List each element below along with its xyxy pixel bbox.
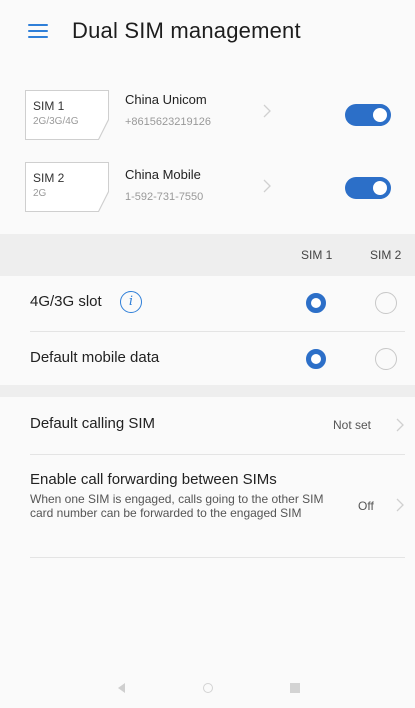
slot-row-mobile-data: Default mobile data: [0, 332, 415, 386]
sim-slot-name: SIM 2: [33, 171, 65, 185]
slot-label: Default mobile data: [30, 349, 160, 366]
info-icon[interactable]: i: [120, 291, 142, 313]
sim-slot-name: SIM 1: [33, 99, 65, 113]
sim-2-toggle[interactable]: [345, 177, 391, 199]
radio-sim-1-selected[interactable]: [306, 293, 326, 313]
setting-label: Default calling SIM: [30, 415, 156, 432]
back-icon[interactable]: [118, 683, 125, 693]
slot-row-4g3g: 4G/3G slot i: [0, 276, 415, 330]
chevron-right-icon: [396, 498, 404, 512]
sim-row-1[interactable]: SIM 1 2G/3G/4G China Unicom +86156232191…: [0, 82, 415, 160]
column-sim-1: SIM 1: [301, 248, 333, 262]
recent-apps-icon[interactable]: [290, 683, 300, 693]
radio-sim-2[interactable]: [375, 292, 397, 314]
sim-network-types: 2G: [33, 188, 47, 199]
setting-description: When one SIM is engaged, calls going to …: [30, 492, 324, 520]
default-calling-sim-row[interactable]: Default calling SIM Not set: [0, 397, 415, 453]
radio-sim-2[interactable]: [375, 348, 397, 370]
call-forwarding-row[interactable]: Enable call forwarding between SIMs When…: [0, 455, 415, 559]
sim-column-header: SIM 1 SIM 2: [0, 234, 415, 276]
page-title: Dual SIM management: [72, 18, 301, 43]
sim-1-toggle[interactable]: [345, 104, 391, 126]
slot-label: 4G/3G slot: [30, 293, 102, 310]
setting-value: Off: [358, 499, 374, 513]
radio-sim-1-selected[interactable]: [306, 349, 326, 369]
sim-row-2[interactable]: SIM 2 2G China Mobile 1-592-731-7550: [0, 154, 415, 232]
sim-card-icon: SIM 1 2G/3G/4G: [25, 90, 109, 140]
section-separator: [0, 385, 415, 397]
hamburger-menu-icon[interactable]: [28, 24, 48, 38]
app-header: Dual SIM management: [0, 0, 415, 60]
phone-number: 1-592-731-7550: [125, 191, 204, 203]
divider: [30, 557, 405, 558]
column-sim-2: SIM 2: [370, 248, 402, 262]
sim-network-types: 2G/3G/4G: [33, 116, 79, 127]
phone-number: +8615623219126: [125, 116, 211, 128]
carrier-name: China Unicom: [125, 92, 207, 107]
chevron-right-icon: [263, 179, 271, 193]
chevron-right-icon: [263, 104, 271, 118]
setting-label: Enable call forwarding between SIMs: [30, 471, 277, 488]
chevron-right-icon: [396, 418, 404, 432]
carrier-name: China Mobile: [125, 167, 201, 182]
home-icon[interactable]: [203, 683, 213, 693]
system-nav-bar: [0, 675, 415, 708]
sim-card-icon: SIM 2 2G: [25, 162, 109, 212]
setting-value: Not set: [333, 418, 372, 432]
